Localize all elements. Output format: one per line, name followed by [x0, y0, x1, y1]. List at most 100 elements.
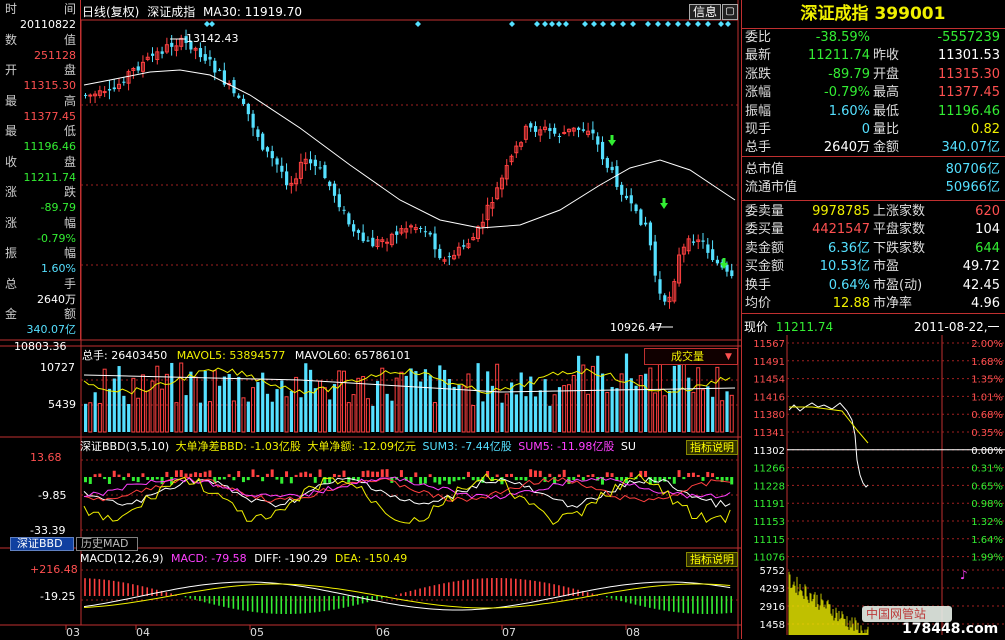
bbd-bar — [715, 477, 719, 480]
quote-value: 1.60% — [828, 103, 870, 119]
bbd-bar — [581, 477, 585, 481]
bbd-bar — [285, 471, 289, 477]
quote-label: 振幅 — [745, 103, 772, 119]
intraday-price-tick: 11302 — [753, 446, 785, 457]
tab-history-mad[interactable]: 历史MAD — [76, 537, 138, 551]
tab-bbd[interactable]: 深证BBD — [10, 537, 74, 551]
signal-diamond-icon — [645, 21, 651, 27]
candle-body — [620, 184, 624, 195]
volume-bar — [457, 385, 461, 432]
volume-bar — [155, 365, 160, 433]
bbd-bar — [510, 473, 514, 477]
volume-bar — [615, 388, 619, 432]
bbd-bar — [438, 477, 442, 485]
candle-body — [361, 232, 365, 242]
volume-bar — [170, 362, 174, 432]
volume-bar — [337, 370, 342, 433]
quote-value-2: 80706亿 — [945, 162, 1000, 177]
quote-value: -0.79% — [824, 85, 870, 101]
bbd-bar — [725, 477, 729, 481]
candle-body — [237, 95, 241, 98]
intraday-price-tick: 11115 — [753, 535, 785, 546]
volume-bar — [519, 372, 523, 432]
intraday-chart[interactable]: 11567 2.00% 11491 1.68% 11454 1.35% 11416 1.01%… — [742, 335, 1005, 639]
candle-body — [356, 230, 361, 233]
candle-body — [447, 256, 451, 258]
quote-row: 涨跌 -89.79 开盘 11315.30 — [742, 66, 1004, 84]
bbd-bar — [682, 477, 686, 480]
candle-body — [337, 194, 341, 208]
quote-value: 0.64% — [828, 277, 870, 293]
bbd-bar — [419, 477, 423, 484]
quote-label: 买金额 — [745, 259, 785, 275]
bbd-bar — [304, 471, 308, 477]
candle-body — [658, 279, 662, 294]
candle-body — [308, 159, 313, 164]
volume-dropdown[interactable]: 成交量 ▼ — [644, 348, 738, 365]
close-info-button[interactable]: ▢ — [722, 4, 738, 20]
volume-bar — [634, 385, 638, 432]
candle-body — [84, 94, 88, 96]
max-price-label: 13142.43 — [186, 32, 239, 45]
signal-diamond-icon — [563, 21, 569, 27]
candle-body — [265, 147, 270, 152]
bbd-legend-title: 深证BBD(3,5,10) — [80, 440, 170, 453]
bbd-line-magenta — [83, 476, 731, 500]
volume-bar — [706, 386, 710, 432]
volume-bar — [246, 401, 250, 432]
quote-label-2: 市盈 — [873, 259, 900, 275]
vol-axis-1: 10727 — [40, 361, 75, 374]
bbd-bar — [261, 477, 265, 482]
month-label: 05 — [250, 626, 264, 639]
bbd-bar — [538, 470, 542, 477]
candle-body — [371, 237, 375, 247]
signal-diamond-icon — [534, 21, 540, 27]
macd-explain-button[interactable]: 指标说明 — [686, 552, 738, 567]
bbd-bar — [605, 472, 609, 477]
vol-legend-ma5: MAVOL5: 53894577 — [176, 349, 286, 362]
bbd-bar — [289, 477, 293, 484]
intraday-price-tick: 11454 — [753, 375, 785, 386]
bbd-bar — [270, 469, 274, 477]
bbd-explain-button[interactable]: 指标说明 — [686, 440, 738, 455]
bbd-bar — [117, 474, 121, 477]
intraday-price-tick: 11266 — [753, 464, 785, 475]
volume-bar — [581, 364, 586, 433]
bbd-bar — [103, 477, 107, 480]
candle-body — [701, 240, 705, 242]
volume-bar — [218, 385, 222, 432]
volume-bar — [476, 363, 480, 432]
bbd-line-white — [83, 477, 731, 508]
bbd-bar — [428, 474, 432, 477]
volume-bar — [107, 388, 112, 432]
quote-row: 总手 2640万 金额 340.07亿 — [742, 139, 1004, 157]
chart-index-name: 深证成指 — [147, 5, 196, 19]
volume-bar — [184, 395, 188, 432]
candle-body — [634, 204, 638, 212]
volume-bar — [481, 401, 485, 432]
candle-body — [715, 259, 720, 264]
bbd-bar — [342, 470, 346, 477]
bbd-bar — [687, 473, 691, 477]
candle-body — [385, 241, 390, 244]
candle-body — [136, 66, 140, 71]
month-label: 03 — [66, 626, 80, 639]
intraday-vol-tick: 5752 — [760, 566, 785, 577]
bbd-bar — [423, 477, 427, 484]
candle-body — [261, 133, 265, 150]
quote-value: -89.79 — [828, 66, 870, 82]
bbd-bar — [644, 470, 648, 477]
volume-bar — [380, 367, 385, 433]
quote-label-2: 最低 — [873, 103, 900, 119]
bbd-bar — [385, 469, 389, 477]
quote-row: 涨幅 -0.79% 最高 11377.45 — [742, 84, 1004, 102]
volume-bar — [596, 355, 600, 432]
tab-bbd-label: 深证BBD — [17, 537, 63, 550]
volume-bar — [313, 388, 317, 432]
info-button[interactable]: 信息 — [689, 4, 721, 20]
bbd-bar — [375, 471, 379, 477]
bbd-bar — [218, 477, 222, 480]
bbd-axis-3: -33.39 — [30, 524, 66, 537]
volume-bar — [318, 380, 323, 433]
volume-bar — [341, 370, 346, 433]
